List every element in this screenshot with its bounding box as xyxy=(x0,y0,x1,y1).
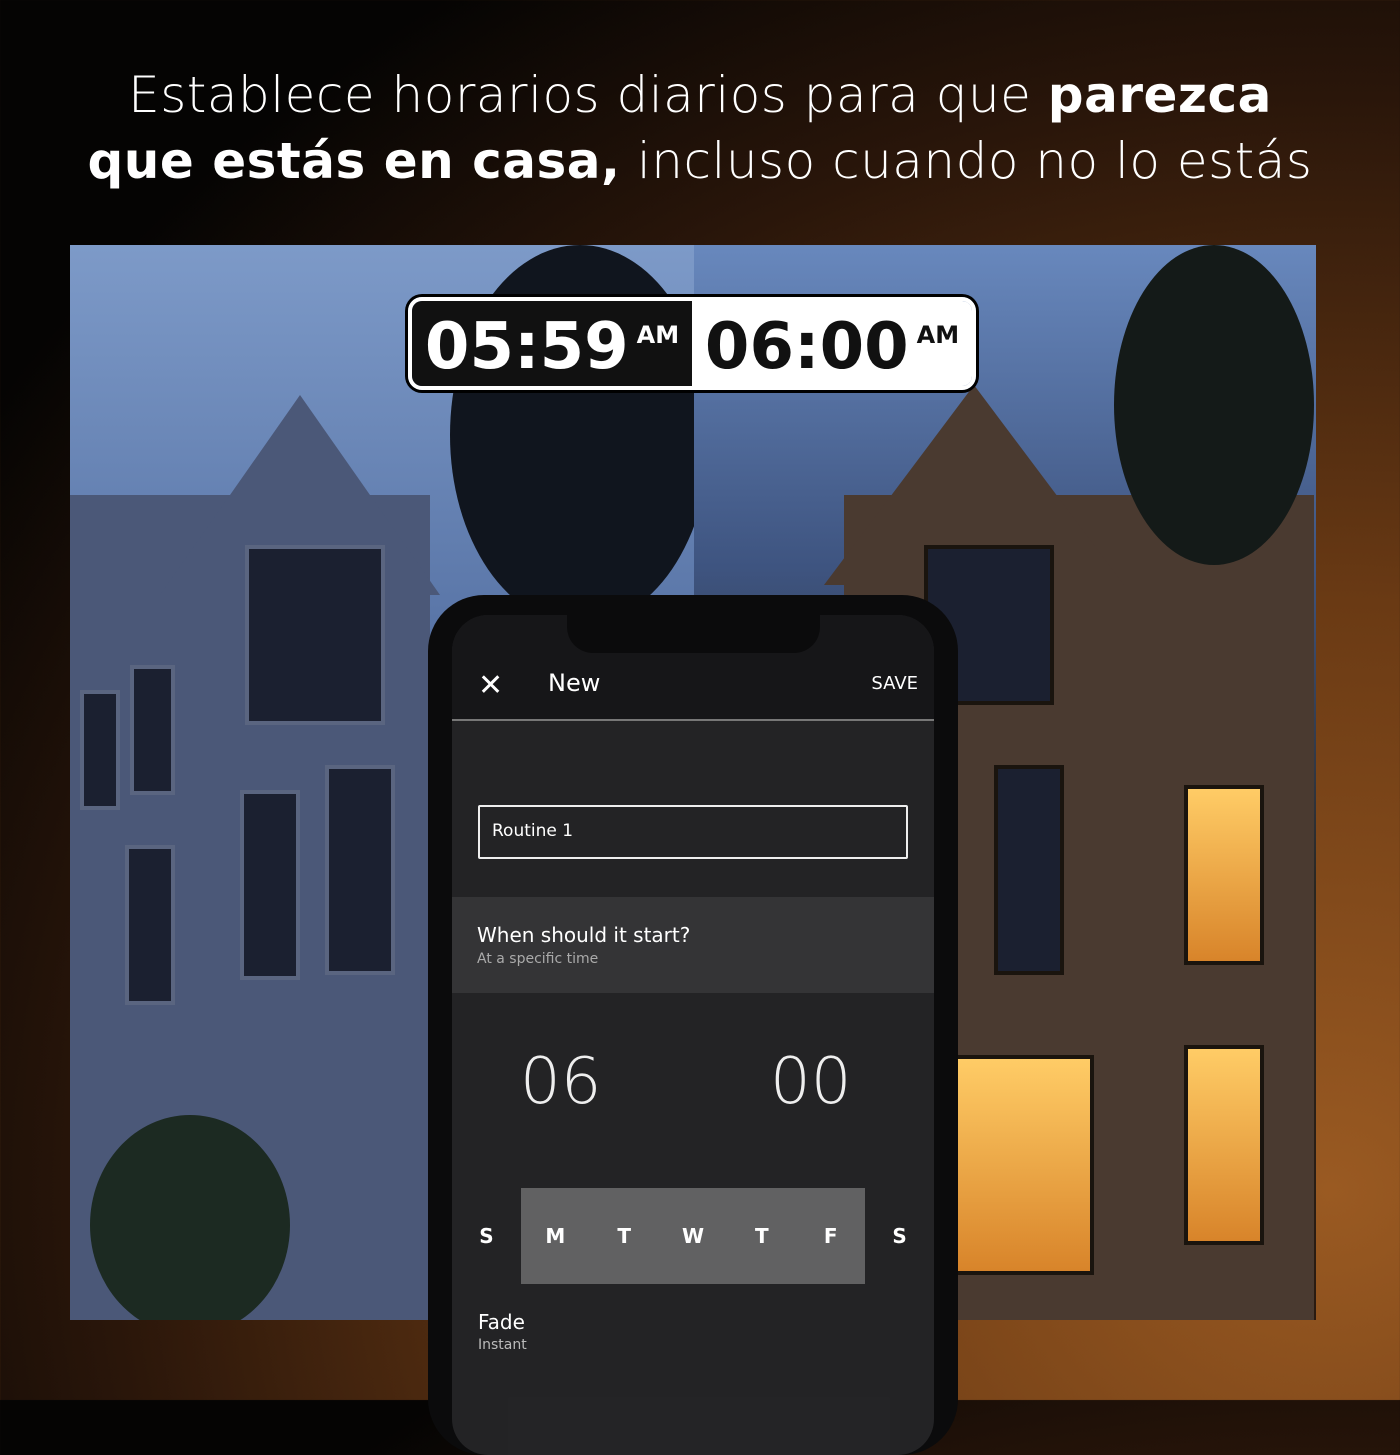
day-tuesday[interactable]: T xyxy=(589,1188,659,1284)
day-wednesday[interactable]: W xyxy=(658,1188,728,1284)
start-value: At a specific time xyxy=(477,951,599,967)
start-label: When should it start? xyxy=(477,923,691,947)
start-setting[interactable]: When should it start? At a specific time xyxy=(452,897,934,993)
save-button[interactable]: SAVE xyxy=(871,673,918,694)
day-monday[interactable]: M xyxy=(520,1188,590,1284)
screen-title: New xyxy=(548,669,601,697)
routine-screen: ✕ New SAVE Routine 1 When should it star… xyxy=(452,615,934,1455)
clock-after: 06:00 AM xyxy=(692,301,972,386)
phone: ✕ New SAVE Routine 1 When should it star… xyxy=(428,595,958,1455)
fade-label[interactable]: Fade xyxy=(478,1310,525,1334)
day-sunday[interactable]: S xyxy=(452,1188,521,1284)
clock-after-period: AM xyxy=(916,321,960,349)
clock-before-period: AM xyxy=(636,321,680,349)
day-saturday[interactable]: S xyxy=(865,1188,934,1284)
day-friday[interactable]: F xyxy=(796,1188,866,1284)
headline-line1: Establece horarios diarios para que xyxy=(128,66,1048,124)
minute-picker[interactable]: 00 xyxy=(770,1045,851,1119)
routine-name-input[interactable]: Routine 1 xyxy=(478,805,908,859)
day-selector: S M T W T F S xyxy=(452,1188,934,1284)
headline-line2-bold: que estás en casa, xyxy=(87,132,621,190)
time-comparison-badge: 05:59 AM 06:00 AM xyxy=(408,297,976,390)
fade-value: Instant xyxy=(478,1337,527,1353)
clock-before: 05:59 AM xyxy=(412,301,692,386)
hour-picker[interactable]: 06 xyxy=(520,1045,601,1119)
day-thursday[interactable]: T xyxy=(727,1188,797,1284)
headline-line2: incluso cuando no lo estás xyxy=(620,132,1313,190)
clock-before-time: 05:59 xyxy=(424,310,629,384)
clock-after-time: 06:00 xyxy=(704,310,909,384)
headline: Establece horarios diarios para que pare… xyxy=(0,62,1400,194)
headline-line1-bold: parezca xyxy=(1047,66,1272,124)
close-icon[interactable]: ✕ xyxy=(478,671,503,701)
phone-notch xyxy=(567,615,820,653)
